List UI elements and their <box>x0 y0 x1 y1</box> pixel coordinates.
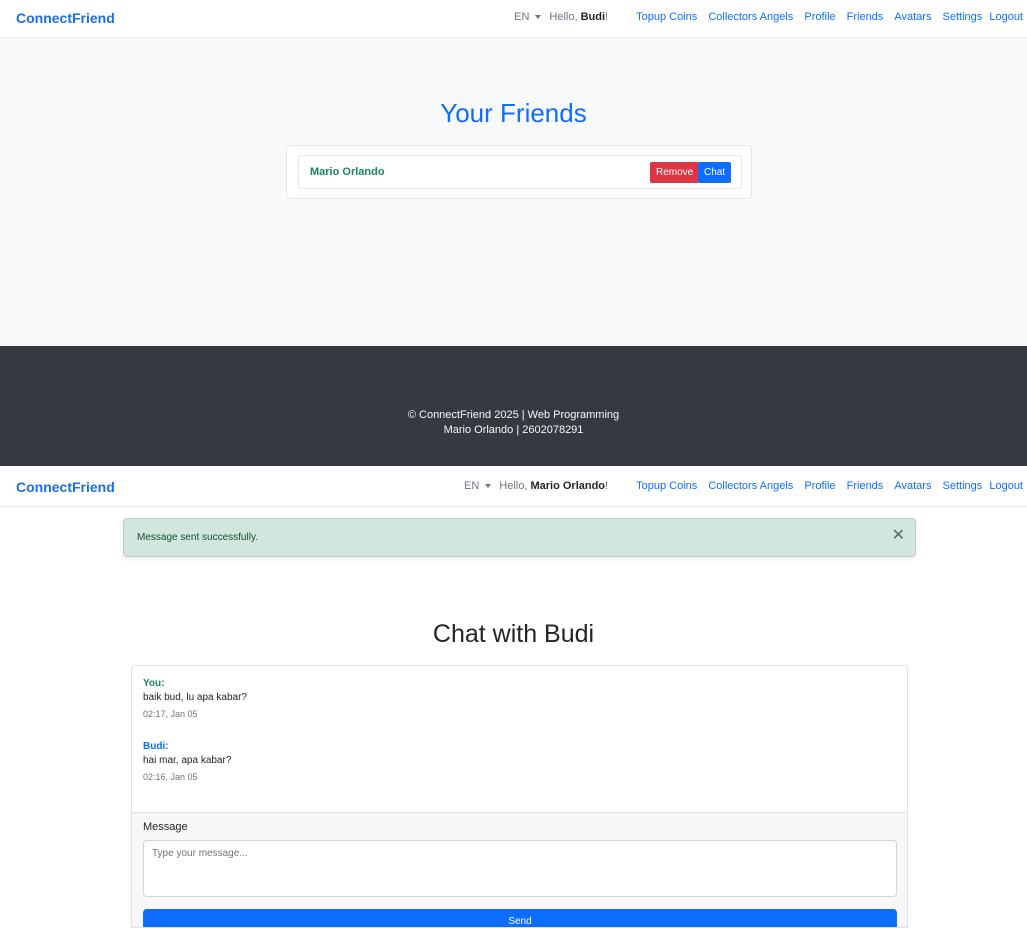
nav-friends[interactable]: Friends <box>847 11 884 23</box>
greeting-prefix: Hello, <box>499 480 531 492</box>
chat-title: Chat with Budi <box>432 620 595 648</box>
footer-copyright: © ConnectFriend 2025 | Web Programming <box>407 409 620 421</box>
chat-button[interactable]: Chat <box>698 162 732 183</box>
nav-settings[interactable]: Settings <box>943 11 983 23</box>
language-dropdown[interactable]: EN <box>514 11 542 23</box>
friends-card: Mario Orlando Remove Chat <box>286 145 752 199</box>
send-button[interactable]: Send <box>143 909 897 927</box>
chat-card: You: baik bud, lu apa kabar? 02:17, Jan … <box>131 665 908 928</box>
nav-collectors-angels[interactable]: Collectors Angels <box>708 480 793 492</box>
nav-topup-coins[interactable]: Topup Coins <box>636 480 697 492</box>
brand-link[interactable]: ConnectFriend <box>16 10 115 26</box>
navbar-right: EN Hello, Budi! Topup Coins Collectors A… <box>514 11 1023 23</box>
nav-collectors-angels[interactable]: Collectors Angels <box>708 11 793 23</box>
message-sender: Budi: <box>143 741 169 752</box>
nav-profile[interactable]: Profile <box>804 11 835 23</box>
navbar-right: EN Hello, Mario Orlando! Topup Coins Col… <box>464 480 1023 492</box>
nav-avatars[interactable]: Avatars <box>894 480 931 492</box>
message-timestamp: 02:16, Jan 05 <box>143 772 198 782</box>
message-list: You: baik bud, lu apa kabar? 02:17, Jan … <box>132 666 907 812</box>
footer-author: Mario Orlando | 2602078291 <box>443 424 584 436</box>
brand-link[interactable]: ConnectFriend <box>16 479 115 495</box>
nav-links: Topup Coins Collectors Angels Profile Fr… <box>628 11 1023 23</box>
friends-page: Your Friends Mario Orlando Remove Chat <box>0 38 1027 346</box>
greeting-username: Mario Orlando <box>530 480 606 492</box>
nav-links: Topup Coins Collectors Angels Profile Fr… <box>628 480 1023 492</box>
user-greeting: Hello, Budi! <box>549 11 608 23</box>
caret-down-icon <box>535 15 542 19</box>
success-alert: Message sent successfully. ✕ <box>123 518 916 557</box>
nav-topup-coins[interactable]: Topup Coins <box>636 11 697 23</box>
message-compose: Message Send <box>132 812 907 927</box>
remove-friend-button[interactable]: Remove <box>650 162 700 183</box>
close-icon[interactable]: ✕ <box>892 528 905 544</box>
nav-logout[interactable]: Logout <box>989 11 1023 23</box>
nav-avatars[interactable]: Avatars <box>894 11 931 23</box>
alert-message: Message sent successfully. <box>137 532 258 543</box>
message-sender: You: <box>143 678 165 689</box>
nav-friends[interactable]: Friends <box>847 480 884 492</box>
language-dropdown[interactable]: EN <box>464 480 492 492</box>
top-navbar: ConnectFriend EN Hello, Budi! Topup Coin… <box>0 0 1027 38</box>
nav-logout[interactable]: Logout <box>989 480 1023 492</box>
friend-list-item: Mario Orlando Remove Chat <box>298 155 742 189</box>
footer: © ConnectFriend 2025 | Web Programming M… <box>0 346 1027 466</box>
greeting-suffix: ! <box>605 11 609 23</box>
message-text: baik bud, lu apa kabar? <box>143 692 247 703</box>
greeting-suffix: ! <box>605 480 609 492</box>
greeting-username: Budi <box>580 11 606 23</box>
page-title: Your Friends <box>440 98 587 128</box>
message-item: You: baik bud, lu apa kabar? 02:17, Jan … <box>143 678 247 719</box>
message-label: Message <box>143 821 188 833</box>
nav-settings[interactable]: Settings <box>943 480 983 492</box>
message-timestamp: 02:17, Jan 05 <box>143 709 198 719</box>
message-text: hai mar, apa kabar? <box>143 755 232 766</box>
language-label: EN <box>514 11 530 23</box>
caret-down-icon <box>485 484 492 488</box>
nav-profile[interactable]: Profile <box>804 480 835 492</box>
greeting-prefix: Hello, <box>549 11 581 23</box>
language-label: EN <box>464 480 480 492</box>
bottom-navbar: ConnectFriend EN Hello, Mario Orlando! T… <box>0 469 1027 507</box>
user-greeting: Hello, Mario Orlando! <box>499 480 608 492</box>
message-item: Budi: hai mar, apa kabar? 02:16, Jan 05 <box>143 741 231 782</box>
friend-name: Mario Orlando <box>310 166 385 178</box>
message-input[interactable] <box>143 840 897 897</box>
